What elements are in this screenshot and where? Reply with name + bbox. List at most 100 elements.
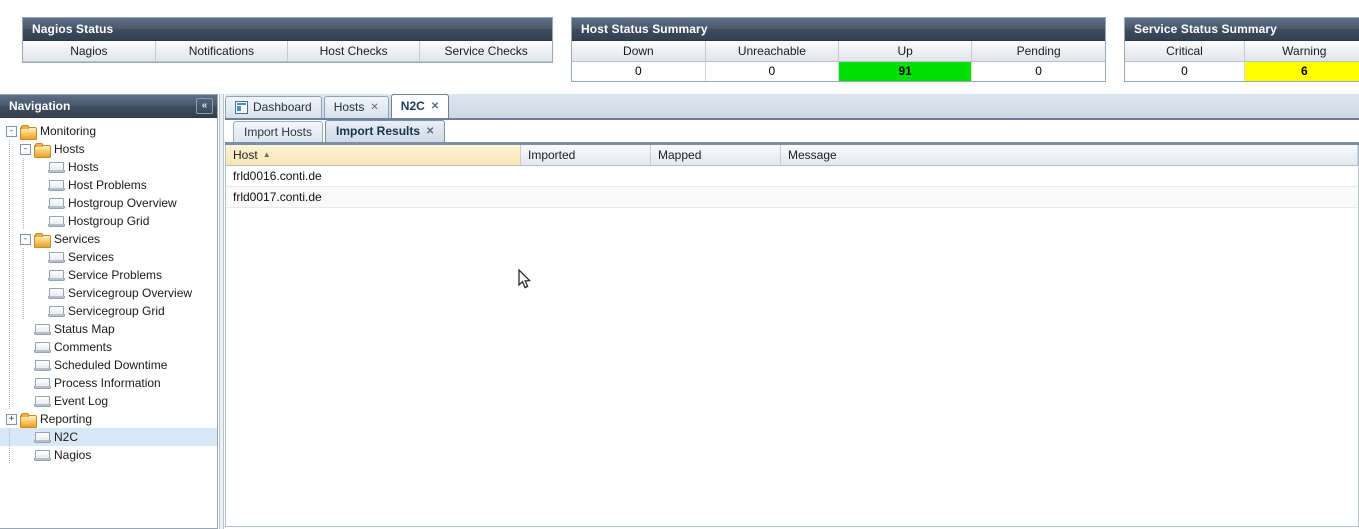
nav-item-scheduled-downtime[interactable]: Scheduled Downtime bbox=[0, 356, 217, 374]
nav-item-label: Comments bbox=[54, 340, 113, 354]
tab-n2c[interactable]: N2C ✕ bbox=[390, 94, 450, 118]
subtab-import-hosts[interactable]: Import Hosts bbox=[233, 121, 324, 142]
summary-panels-row: Nagios Status Nagios Notifications Host … bbox=[0, 0, 1359, 92]
tree-expand-icon[interactable]: + bbox=[6, 413, 17, 425]
nav-item-hostgroup-overview[interactable]: Hostgroup Overview bbox=[0, 194, 217, 212]
nav-item-nagios[interactable]: Nagios bbox=[0, 446, 217, 464]
collapse-panel-icon[interactable]: « bbox=[196, 98, 213, 114]
cell-host: frld0017.conti.de bbox=[233, 190, 322, 204]
page-icon bbox=[34, 359, 51, 371]
column-header-down[interactable]: Down bbox=[572, 41, 706, 62]
close-icon[interactable]: ✕ bbox=[431, 101, 439, 112]
value-unreachable[interactable]: 0 bbox=[705, 61, 840, 81]
column-header-up[interactable]: Up bbox=[838, 41, 973, 62]
cell-message bbox=[781, 166, 1358, 186]
column-header-host[interactable]: Host ▲ bbox=[226, 145, 521, 165]
nav-item-label: Process Information bbox=[54, 376, 161, 390]
tree-indent bbox=[6, 428, 20, 446]
host-status-summary-table: Down Unreachable Up Pending 0 0 91 0 bbox=[572, 41, 1105, 81]
column-header-imported[interactable]: Imported bbox=[521, 145, 651, 165]
close-icon[interactable]: ✕ bbox=[370, 102, 378, 113]
nav-item-n2c[interactable]: N2C bbox=[0, 428, 217, 446]
column-header-service-checks[interactable]: Service Checks bbox=[419, 41, 552, 62]
tab-label: N2C bbox=[400, 99, 425, 113]
nav-item-label: Service Problems bbox=[68, 268, 163, 282]
column-header-notifications[interactable]: Notifications bbox=[155, 41, 289, 62]
column-header-host-checks[interactable]: Host Checks bbox=[287, 41, 421, 62]
outer-tab-strip: Dashboard Hosts ✕ N2C ✕ bbox=[225, 94, 1359, 120]
column-header-mapped[interactable]: Mapped bbox=[651, 145, 781, 165]
page-icon bbox=[48, 161, 65, 173]
tree-indent bbox=[20, 194, 34, 212]
panel-title-host-status-summary: Host Status Summary bbox=[572, 18, 1105, 41]
nav-item-monitoring[interactable]: - Monitoring bbox=[0, 122, 217, 140]
nav-item-host-problems[interactable]: Host Problems bbox=[0, 176, 217, 194]
value-down[interactable]: 0 bbox=[572, 61, 706, 81]
tree-collapse-icon[interactable]: - bbox=[20, 143, 31, 155]
nav-item-hosts[interactable]: Hosts bbox=[0, 158, 217, 176]
column-header-critical[interactable]: Critical bbox=[1125, 41, 1246, 62]
nav-item-servicegroup-overview[interactable]: Servicegroup Overview bbox=[0, 284, 217, 302]
tree-indent bbox=[20, 266, 34, 284]
nav-item-label: Event Log bbox=[54, 394, 109, 408]
nav-item-label: Scheduled Downtime bbox=[54, 358, 168, 372]
column-header-label: Host bbox=[233, 148, 258, 162]
value-warning[interactable]: 6 bbox=[1244, 61, 1359, 81]
tab-dashboard[interactable]: Dashboard bbox=[225, 96, 322, 118]
table-value-row: 0 6 bbox=[1125, 61, 1359, 81]
nav-item-hostgroup-grid[interactable]: Hostgroup Grid bbox=[0, 212, 217, 230]
grid-body: frld0016.conti.de frld0017.conti.de bbox=[226, 166, 1358, 208]
nav-item-hosts[interactable]: - Hosts bbox=[0, 140, 217, 158]
column-header-warning[interactable]: Warning bbox=[1244, 41, 1359, 62]
page-icon bbox=[48, 269, 65, 281]
tree-indent bbox=[6, 446, 20, 464]
table-row[interactable]: frld0016.conti.de bbox=[226, 166, 1358, 187]
nav-item-process-information[interactable]: Process Information bbox=[0, 374, 217, 392]
grid-header-row: Host ▲ Imported Mapped Message bbox=[226, 145, 1358, 166]
panel-splitter[interactable] bbox=[219, 94, 224, 529]
nav-item-services[interactable]: - Services bbox=[0, 230, 217, 248]
nav-item-event-log[interactable]: Event Log bbox=[0, 392, 217, 410]
cell-mapped bbox=[651, 166, 781, 186]
navigation-header: Navigation « bbox=[0, 95, 217, 118]
cell-imported bbox=[521, 187, 651, 207]
tree-indent bbox=[6, 140, 20, 158]
nav-item-label: Hostgroup Grid bbox=[68, 214, 150, 228]
column-header-message[interactable]: Message bbox=[781, 145, 1358, 165]
tab-label: Dashboard bbox=[253, 100, 312, 114]
sort-ascending-icon: ▲ bbox=[262, 150, 271, 159]
column-header-unreachable[interactable]: Unreachable bbox=[705, 41, 840, 62]
tree-collapse-icon[interactable]: - bbox=[6, 125, 17, 137]
nav-item-status-map[interactable]: Status Map bbox=[0, 320, 217, 338]
tree-collapse-icon[interactable]: - bbox=[20, 233, 31, 245]
tree-indent bbox=[20, 248, 34, 266]
cell-host: frld0016.conti.de bbox=[233, 169, 322, 183]
page-icon bbox=[34, 377, 51, 389]
close-icon[interactable]: ✕ bbox=[426, 126, 434, 137]
nav-item-reporting[interactable]: + Reporting bbox=[0, 410, 217, 428]
value-critical[interactable]: 0 bbox=[1125, 61, 1246, 81]
tree-indent bbox=[20, 302, 34, 320]
table-row[interactable]: frld0017.conti.de bbox=[226, 187, 1358, 208]
nav-item-label: N2C bbox=[54, 430, 79, 444]
tree-indent bbox=[20, 158, 34, 176]
subtab-import-results[interactable]: Import Results ✕ bbox=[325, 120, 446, 142]
tree-indent bbox=[6, 230, 20, 248]
column-header-label: Mapped bbox=[658, 148, 702, 162]
table-value-row: 0 0 91 0 bbox=[572, 61, 1105, 81]
page-icon bbox=[48, 197, 65, 209]
nav-item-label: Servicegroup Grid bbox=[68, 304, 165, 318]
page-icon bbox=[48, 251, 65, 263]
tab-hosts[interactable]: Hosts ✕ bbox=[323, 96, 389, 118]
column-header-nagios[interactable]: Nagios bbox=[23, 41, 156, 62]
page-icon bbox=[48, 305, 65, 317]
nav-item-service-problems[interactable]: Service Problems bbox=[0, 266, 217, 284]
nav-item-comments[interactable]: Comments bbox=[0, 338, 217, 356]
value-pending[interactable]: 0 bbox=[971, 61, 1105, 81]
value-up[interactable]: 91 bbox=[838, 61, 973, 81]
column-header-pending[interactable]: Pending bbox=[971, 41, 1105, 62]
nav-item-servicegroup-grid[interactable]: Servicegroup Grid bbox=[0, 302, 217, 320]
nav-item-services[interactable]: Services bbox=[0, 248, 217, 266]
table-header-row: Critical Warning bbox=[1125, 41, 1359, 62]
nav-item-label: Host Problems bbox=[68, 178, 147, 192]
